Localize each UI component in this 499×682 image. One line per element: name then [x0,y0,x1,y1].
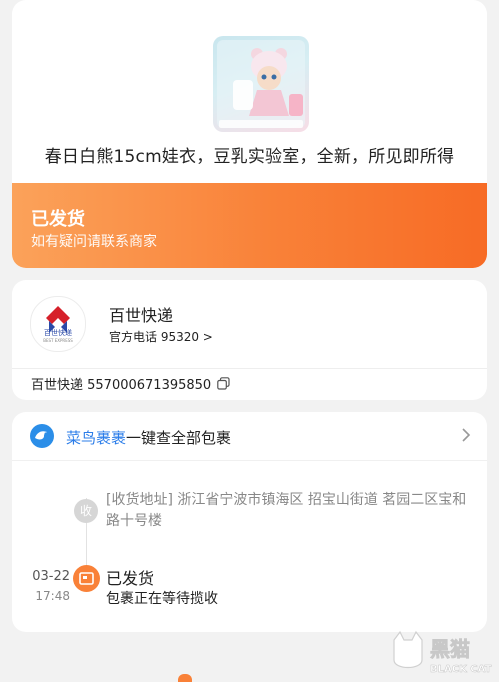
black-cat-watermark: 黑猫 BLACK CAT [390,630,499,678]
order-product-card: 春日白熊15cm娃衣，豆乳实验室，全新，所见即所得 已发货 如有疑问请联系商家 [12,0,487,268]
shipped-title: 已发货 [106,569,155,588]
divider [12,460,487,461]
receive-address-text: [收货地址] 浙江省宁波市镇海区 招宝山街道 茗园二区宝和路十号楼 [106,492,467,529]
product-thumbnail[interactable] [213,36,309,132]
watermark-cn: 黑猫 [430,637,470,661]
cainiao-brand: 菜鸟裹裹 [66,429,127,447]
status-title: 已发货 [31,209,85,230]
shipped-desc: 包裹正在等待揽收 [106,591,218,607]
receive-address-dot: 收 [74,499,98,523]
chevron-right-icon [462,428,471,442]
shipping-status-banner: 已发货 如有疑问请联系商家 [12,183,487,268]
shipped-dot [73,565,100,592]
cainiao-query-row[interactable]: 菜鸟裹裹一键查全部包裹 [12,412,487,460]
package-icon [79,572,94,585]
copy-icon[interactable] [217,377,230,390]
courier-logo-en: BEST EXPRESS [43,338,73,343]
courier-phone-link[interactable]: 官方电话 95320 > [109,328,213,345]
tracking-number: 百世快递 557000671395850 [31,378,212,393]
status-subtitle: 如有疑问请联系商家 [31,234,157,250]
shipped-time: 17:48 [35,589,70,603]
tracking-number-row: 百世快递 557000671395850 [31,374,230,393]
cainiao-icon [30,424,54,448]
cainiao-desc: 一键查全部包裹 [126,429,232,447]
watermark-en: BLACK CAT [430,664,492,675]
courier-name: 百世快递 [109,306,174,325]
courier-logo-cn: 百世快递 [44,328,72,337]
tracking-card: 菜鸟裹裹一键查全部包裹 收 [收货地址] 浙江省宁波市镇海区 招宝山街道 茗园二… [12,412,487,632]
bottom-indicator [178,674,192,682]
divider [12,368,487,369]
cainiao-text: 菜鸟裹裹一键查全部包裹 [66,427,231,448]
product-title[interactable]: 春日白熊15cm娃衣，豆乳实验室，全新，所见即所得 [12,142,487,167]
courier-card: 百世快递 BEST EXPRESS 百世快递 官方电话 95320 > 百世快递… [12,280,487,400]
shipped-date: 03-22 [32,569,70,584]
courier-logo: 百世快递 BEST EXPRESS [30,296,86,352]
